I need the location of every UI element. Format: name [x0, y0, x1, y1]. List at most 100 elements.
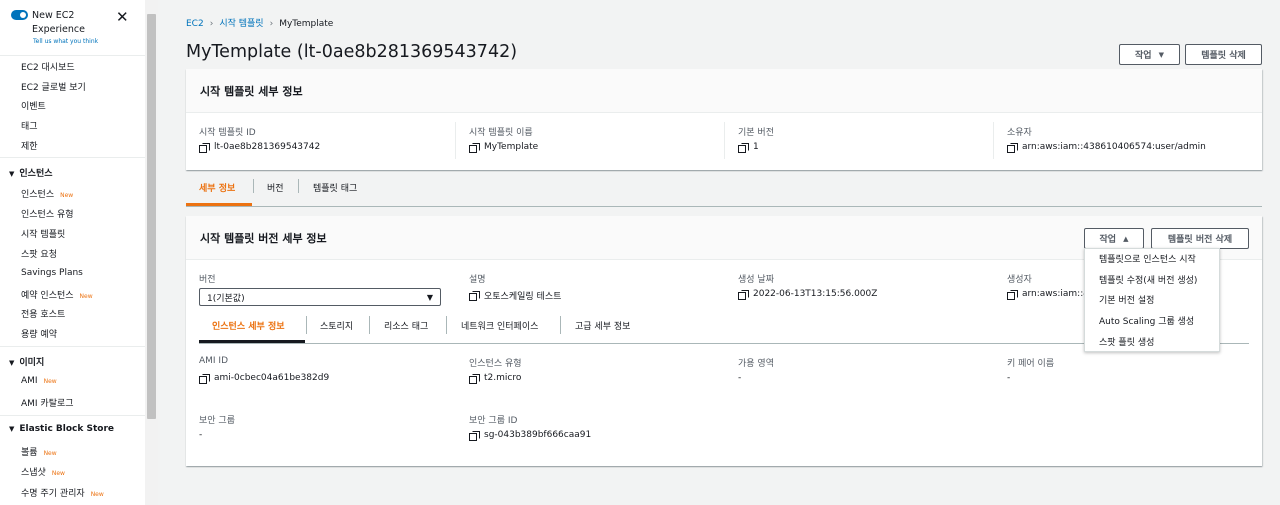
subtab-network-interfaces[interactable]: 네트워크 인터페이스: [461, 319, 538, 332]
copy-icon[interactable]: [199, 373, 210, 384]
divider: [0, 157, 145, 158]
nav-label: 인스턴스: [21, 190, 55, 200]
new-badge: New: [51, 470, 65, 477]
copy-icon[interactable]: [199, 142, 210, 153]
sidebar-scrollbar[interactable]: [145, 0, 158, 505]
field-value: MyTemplate: [484, 142, 539, 152]
tab-versions[interactable]: 버전: [267, 181, 284, 194]
availability-zone-label: 가용 영역: [738, 359, 774, 369]
nav-item-lifecycle-manager[interactable]: 수명 주기 관리자 New: [21, 486, 104, 499]
tab-separator: [253, 179, 254, 193]
chevron-right-icon: ›: [209, 19, 214, 29]
default-version-value: 1: [738, 142, 759, 153]
actions-dropdown-menu: 템플릿으로 인스턴스 시작 템플릿 수정(새 버전 생성) 기본 버전 설정 A…: [1084, 248, 1220, 352]
copy-icon[interactable]: [1007, 142, 1018, 153]
version-actions-button[interactable]: 작업 ▲: [1084, 228, 1144, 249]
subtab-instance-details[interactable]: 인스턴스 세부 정보: [212, 319, 285, 332]
nav-item-ami[interactable]: AMI New: [21, 376, 57, 386]
nav-item-ami-catalog[interactable]: AMI 카탈로그: [21, 396, 74, 409]
nav-item-events[interactable]: 이벤트: [21, 99, 46, 112]
creator-value: arn:aws:iam::43: [1007, 289, 1095, 300]
nav-item-launch-templates[interactable]: 시작 템플릿: [21, 227, 65, 240]
feedback-link[interactable]: Tell us what you think: [33, 38, 98, 45]
breadcrumb-ec2[interactable]: EC2: [186, 19, 204, 29]
tab-separator: [560, 316, 561, 334]
template-name-label: 시작 템플릿 이름: [469, 128, 533, 138]
created-date-value: 2022-06-13T13:15:56.000Z: [738, 289, 878, 300]
nav-item-dedicated-hosts[interactable]: 전용 호스트: [21, 307, 65, 320]
tab-separator: [306, 316, 307, 334]
nav-item-tags[interactable]: 태그: [21, 119, 38, 132]
tab-separator: [298, 179, 299, 193]
subtab-advanced-details[interactable]: 고급 세부 정보: [575, 319, 630, 332]
copy-icon[interactable]: [469, 291, 480, 301]
breadcrumb-launch-templates[interactable]: 시작 템플릿: [219, 19, 263, 29]
breadcrumb-current: MyTemplate: [279, 19, 334, 29]
delete-template-button[interactable]: 템플릿 삭제: [1185, 44, 1262, 65]
divider: [0, 415, 145, 416]
copy-icon[interactable]: [738, 142, 749, 153]
new-badge: New: [90, 491, 104, 498]
menu-item-modify-template[interactable]: 템플릿 수정(새 버전 생성): [1099, 273, 1197, 286]
nav-item-reserved-instances[interactable]: 예약 인스턴스 New: [21, 288, 93, 301]
nav-item-instance-types[interactable]: 인스턴스 유형: [21, 207, 74, 220]
nav-section-images[interactable]: ▼ 이미지: [9, 355, 44, 368]
nav-item-dashboard[interactable]: EC2 대시보드: [21, 60, 75, 73]
section-title: 인스턴스: [19, 169, 53, 179]
nav-item-limits[interactable]: 제한: [21, 139, 38, 152]
menu-item-create-spot-fleet[interactable]: 스팟 플릿 생성: [1099, 335, 1154, 348]
page-title: MyTemplate (lt-0ae8b281369543742): [186, 42, 518, 62]
section-title: 이미지: [19, 358, 45, 368]
menu-item-launch-instance[interactable]: 템플릿으로 인스턴스 시작: [1099, 252, 1196, 265]
caret-down-icon: ▼: [9, 170, 15, 178]
sidebar-nav: New EC2 Experience Tell us what you thin…: [0, 0, 145, 505]
divider: [0, 346, 145, 347]
owner-label: 소유자: [1007, 128, 1032, 138]
button-label: 작업: [1135, 51, 1152, 61]
security-group-value: -: [199, 430, 203, 440]
nav-item-savings-plans[interactable]: Savings Plans: [21, 268, 83, 278]
nav-label: 예약 인스턴스: [21, 291, 74, 301]
copy-icon[interactable]: [469, 373, 480, 384]
nav-item-capacity-reservations[interactable]: 용량 예약: [21, 327, 57, 340]
caret-down-icon: ▼: [9, 359, 15, 367]
copy-icon[interactable]: [469, 142, 480, 153]
nav-item-global-view[interactable]: EC2 글로벌 보기: [21, 80, 86, 93]
menu-item-create-asg[interactable]: Auto Scaling 그룹 생성: [1099, 314, 1194, 327]
tabs-underline: [186, 206, 1262, 207]
instance-type-label: 인스턴스 유형: [469, 359, 522, 369]
ami-id-value: ami-0cbec04a61be382d9: [199, 373, 329, 384]
subtab-resource-tags[interactable]: 리소스 태그: [384, 319, 428, 332]
divider: [0, 55, 145, 56]
nav-item-instances[interactable]: 인스턴스 New: [21, 187, 73, 200]
nav-item-snapshots[interactable]: 스냅샷 New: [21, 465, 65, 478]
divider: [724, 122, 725, 159]
breadcrumb: EC2 › 시작 템플릿 › MyTemplate: [186, 16, 333, 29]
security-group-id-label: 보안 그룹 ID: [469, 416, 518, 426]
copy-icon[interactable]: [738, 289, 749, 300]
menu-item-set-default-version[interactable]: 기본 버전 설정: [1099, 293, 1154, 306]
nav-item-spot-requests[interactable]: 스팟 요청: [21, 247, 57, 260]
delete-version-button[interactable]: 템플릿 버전 삭제: [1151, 228, 1249, 249]
tab-details[interactable]: 세부 정보: [199, 181, 235, 194]
close-icon[interactable]: ✕: [116, 10, 129, 25]
scrollbar-thumb[interactable]: [147, 14, 156, 419]
caret-down-icon: ▼: [1158, 50, 1164, 59]
copy-icon[interactable]: [469, 430, 480, 441]
actions-button[interactable]: 작업 ▼: [1119, 44, 1180, 65]
copy-icon[interactable]: [1007, 289, 1018, 300]
nav-item-volumes[interactable]: 볼륨 New: [21, 445, 57, 458]
tab-template-tags[interactable]: 템플릿 태그: [313, 181, 357, 194]
caret-down-icon: ▼: [426, 293, 433, 302]
version-select[interactable]: 1(기본값) ▼: [199, 288, 441, 306]
new-experience-toggle[interactable]: [11, 10, 28, 20]
divider: [993, 122, 994, 159]
created-date-label: 생성 날짜: [738, 275, 774, 285]
nav-label: AMI: [21, 376, 38, 386]
field-value: 2022-06-13T13:15:56.000Z: [753, 289, 878, 299]
new-badge: New: [79, 293, 93, 300]
nav-section-ebs[interactable]: ▼ Elastic Block Store: [9, 424, 114, 434]
subtab-storage[interactable]: 스토리지: [320, 319, 353, 332]
description-label: 설명: [469, 275, 486, 285]
nav-section-instances[interactable]: ▼ 인스턴스: [9, 166, 53, 179]
